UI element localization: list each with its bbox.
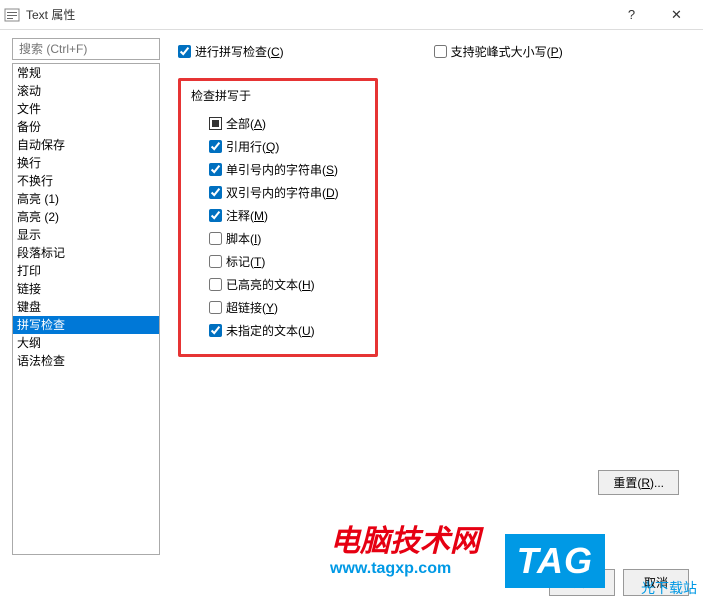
fieldset-item[interactable]: 未指定的文本(U) xyxy=(191,319,365,342)
fieldset-checkbox[interactable] xyxy=(209,255,222,268)
category-tree[interactable]: 常规滚动文件备份自动保存换行不换行高亮 (1)高亮 (2)显示段落标记打印链接键… xyxy=(12,63,160,555)
fieldset-item[interactable]: 双引号内的字符串(D) xyxy=(191,181,365,204)
fieldset-checkbox[interactable] xyxy=(209,117,222,130)
tree-item[interactable]: 打印 xyxy=(13,262,159,280)
tree-item[interactable]: 换行 xyxy=(13,154,159,172)
fieldset-item[interactable]: 引用行(Q) xyxy=(191,135,365,158)
tree-item[interactable]: 大纲 xyxy=(13,334,159,352)
fieldset-checkbox[interactable] xyxy=(209,140,222,153)
check-spelling-in-fieldset: 检查拼写于 全部(A) 引用行(Q) 单引号内的字符串(S) 双引号内的字符串(D) 注… xyxy=(178,78,378,357)
camelcase-row[interactable]: 支持驼峰式大小写(P) xyxy=(434,43,563,60)
tree-item[interactable]: 高亮 (2) xyxy=(13,208,159,226)
titlebar: Text 属性 ? ✕ xyxy=(0,0,703,30)
enable-spellcheck-row[interactable]: 进行拼写检查(C) xyxy=(178,43,284,60)
fieldset-item-label: 引用行(Q) xyxy=(226,138,279,155)
window-title: Text 属性 xyxy=(26,6,609,23)
fieldset-checkbox[interactable] xyxy=(209,278,222,291)
enable-spellcheck-label: 进行拼写检查(C) xyxy=(195,43,284,60)
watermark-site1: 电脑技术网 www.tagxp.com xyxy=(330,516,480,578)
fieldset-item-label: 标记(T) xyxy=(226,253,265,270)
fieldset-item-label: 未指定的文本(U) xyxy=(226,322,315,339)
fieldset-item[interactable]: 超链接(Y) xyxy=(191,296,365,319)
fieldset-item-label: 已高亮的文本(H) xyxy=(226,276,315,293)
tree-item[interactable]: 显示 xyxy=(13,226,159,244)
fieldset-item[interactable]: 标记(T) xyxy=(191,250,365,273)
fieldset-item-label: 全部(A) xyxy=(226,115,266,132)
fieldset-title: 检查拼写于 xyxy=(191,87,365,104)
watermark-site2: 光下载站 xyxy=(641,578,697,598)
tree-item[interactable]: 滚动 xyxy=(13,82,159,100)
fieldset-checkbox[interactable] xyxy=(209,186,222,199)
fieldset-item-label: 超链接(Y) xyxy=(226,299,278,316)
app-icon xyxy=(4,7,20,23)
tree-item[interactable]: 自动保存 xyxy=(13,136,159,154)
fieldset-checkbox[interactable] xyxy=(209,301,222,314)
fieldset-item[interactable]: 已高亮的文本(H) xyxy=(191,273,365,296)
close-button[interactable]: ✕ xyxy=(654,0,699,30)
tree-item[interactable]: 常规 xyxy=(13,64,159,82)
fieldset-item[interactable]: 注释(M) xyxy=(191,204,365,227)
help-button[interactable]: ? xyxy=(609,0,654,30)
tree-item[interactable]: 键盘 xyxy=(13,298,159,316)
fieldset-item[interactable]: 单引号内的字符串(S) xyxy=(191,158,365,181)
reset-button[interactable]: 重置(R)... xyxy=(598,470,679,495)
tree-item[interactable]: 语法检查 xyxy=(13,352,159,370)
sidebar: 常规滚动文件备份自动保存换行不换行高亮 (1)高亮 (2)显示段落标记打印链接键… xyxy=(12,38,160,555)
content-panel: 进行拼写检查(C) 支持驼峰式大小写(P) 检查拼写于 全部(A) 引用行(Q) 单… xyxy=(160,38,693,555)
fieldset-item-label: 脚本(I) xyxy=(226,230,261,247)
tree-item[interactable]: 段落标记 xyxy=(13,244,159,262)
fieldset-checkbox[interactable] xyxy=(209,324,222,337)
fieldset-item[interactable]: 全部(A) xyxy=(191,112,365,135)
fieldset-checkbox[interactable] xyxy=(209,163,222,176)
camelcase-label: 支持驼峰式大小写(P) xyxy=(451,43,563,60)
tree-item[interactable]: 高亮 (1) xyxy=(13,190,159,208)
fieldset-item[interactable]: 脚本(I) xyxy=(191,227,365,250)
fieldset-checkbox[interactable] xyxy=(209,232,222,245)
tree-item[interactable]: 拼写检查 xyxy=(13,316,159,334)
watermark-tag: TAG xyxy=(505,534,605,588)
enable-spellcheck-checkbox[interactable] xyxy=(178,45,191,58)
tree-item[interactable]: 链接 xyxy=(13,280,159,298)
tree-item[interactable]: 备份 xyxy=(13,118,159,136)
fieldset-item-label: 单引号内的字符串(S) xyxy=(226,161,338,178)
fieldset-checkbox[interactable] xyxy=(209,209,222,222)
fieldset-item-label: 双引号内的字符串(D) xyxy=(226,184,339,201)
tree-item[interactable]: 文件 xyxy=(13,100,159,118)
search-input[interactable] xyxy=(12,38,160,60)
camelcase-checkbox[interactable] xyxy=(434,45,447,58)
tree-item[interactable]: 不换行 xyxy=(13,172,159,190)
fieldset-item-label: 注释(M) xyxy=(226,207,268,224)
